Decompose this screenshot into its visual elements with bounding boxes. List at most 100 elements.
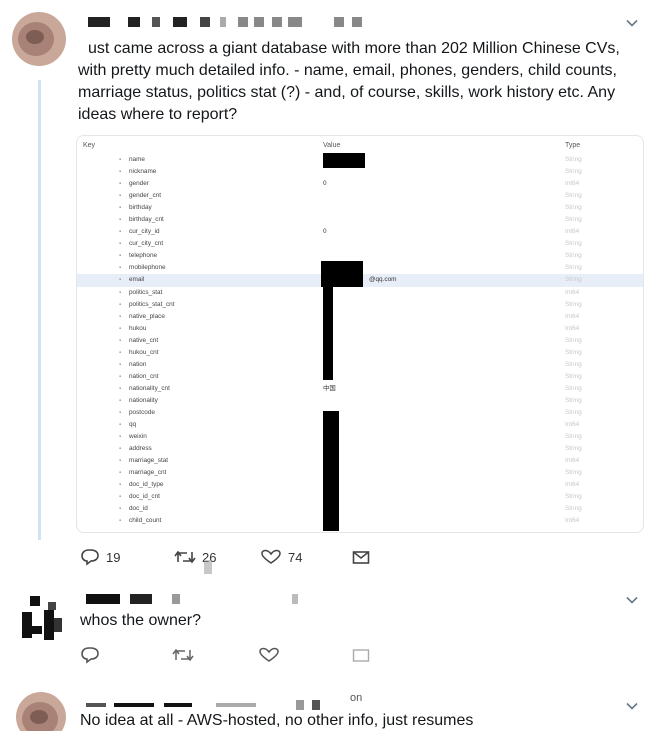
db-type: Int64 [565, 324, 580, 332]
field-type-icon: ▪ [119, 349, 122, 356]
db-key: birthday [129, 204, 152, 212]
db-type: String [565, 264, 582, 272]
db-row[interactable]: ▪ nationality_cnt 中国 String [77, 383, 643, 395]
db-type: String [565, 240, 582, 248]
db-type: String [565, 204, 582, 212]
db-rows: ▪ name String ▪ nickname String ▪ gender 0 Int64 ▪… [77, 154, 643, 527]
field-type-icon: ▪ [119, 337, 122, 344]
db-type: String [565, 252, 582, 260]
field-type-icon: ▪ [119, 301, 122, 308]
tweet-actions [80, 644, 380, 666]
dm-button[interactable] [352, 546, 370, 568]
like-button[interactable]: 74 [260, 546, 302, 568]
redacted-user-name[interactable] [86, 700, 366, 710]
db-type: String [565, 168, 582, 176]
db-row[interactable]: ▪ weixin String [77, 431, 643, 443]
db-row[interactable]: ▪ marriage_cnt String [77, 467, 643, 479]
db-row[interactable]: ▪ nation_cnt String [77, 371, 643, 383]
db-row[interactable]: ▪ address String [77, 443, 643, 455]
db-key: hukou_cnt [129, 348, 159, 356]
db-row[interactable]: ▪ marriage_stat Int64 [77, 455, 643, 467]
chevron-down-icon[interactable] [626, 700, 638, 712]
db-row[interactable]: ▪ gender 0 Int64 [77, 178, 643, 190]
db-key: cur_city_id [129, 228, 160, 236]
db-row[interactable]: ▪ hukou Int64 [77, 323, 643, 335]
avatar-blur-dark [26, 30, 44, 44]
retweet-icon [172, 648, 194, 662]
field-type-icon: ▪ [119, 470, 122, 477]
db-row[interactable]: ▪ qq Int64 [77, 419, 643, 431]
db-row[interactable]: ▪ nationality String [77, 395, 643, 407]
tweet-text-line: marriage status, politics stat (?) - and… [78, 84, 616, 101]
field-type-icon: ▪ [119, 373, 122, 380]
db-row[interactable]: ▪ child_count Int64 [77, 515, 643, 527]
reply-count: 19 [106, 549, 121, 565]
db-type: Int64 [565, 312, 580, 320]
db-row[interactable]: ▪ politics_stat Int64 [77, 287, 643, 299]
chevron-down-icon[interactable] [626, 17, 638, 29]
like-button[interactable] [258, 644, 280, 666]
db-key: nation_cnt [129, 372, 159, 380]
pixelation-artifact [204, 560, 212, 574]
db-type: String [565, 360, 582, 368]
db-row[interactable]: ▪ native_place Int64 [77, 311, 643, 323]
reply-button[interactable]: 19 [80, 546, 120, 568]
db-key: marriage_stat [129, 457, 169, 465]
db-row[interactable]: ▪ postcode String [77, 407, 643, 419]
db-value: 0 [323, 228, 327, 236]
attached-image-database[interactable]: Key Value Type ▪ name String ▪ nickname Strin… [76, 135, 644, 533]
db-key: nationality_cnt [129, 384, 170, 392]
field-type-icon: ▪ [119, 506, 122, 513]
avatar[interactable] [12, 12, 66, 66]
db-type: String [565, 384, 582, 392]
db-type: String [565, 433, 582, 441]
field-type-icon: ▪ [119, 409, 122, 416]
db-row[interactable]: ▪ doc_id_type Int64 [77, 479, 643, 491]
field-type-icon: ▪ [119, 422, 122, 429]
db-key: child_count [129, 517, 162, 525]
db-value: @qq.com [369, 276, 397, 284]
db-row[interactable]: ▪ birthday String [77, 202, 643, 214]
db-row[interactable]: ▪ doc_id_cnt String [77, 491, 643, 503]
field-type-icon: ▪ [119, 241, 122, 248]
field-type-icon: ▪ [119, 205, 122, 212]
envelope-icon [352, 551, 370, 564]
field-type-icon: ▪ [119, 169, 122, 176]
dm-button[interactable] [352, 644, 370, 666]
redacted-user-name[interactable] [86, 594, 306, 604]
db-key: hukou [129, 324, 147, 332]
db-type: String [565, 300, 582, 308]
db-value: 0 [323, 180, 327, 188]
db-row[interactable]: ▪ hukou_cnt String [77, 347, 643, 359]
db-key: native_cnt [129, 336, 159, 344]
db-header-value: Value [323, 142, 341, 149]
db-row[interactable]: ▪ politics_stat_cnt String [77, 299, 643, 311]
db-value: 中国 [323, 384, 336, 392]
avatar[interactable] [16, 692, 66, 731]
redacted-user-name[interactable] [88, 17, 378, 27]
reply-icon [81, 647, 99, 664]
db-row[interactable]: ▪ cur_city_id 0 Int64 [77, 226, 643, 238]
db-row[interactable]: ▪ nation String [77, 359, 643, 371]
db-key: doc_id [129, 505, 148, 513]
db-key: mobilephone [129, 264, 166, 272]
field-type-icon: ▪ [119, 193, 122, 200]
tweet-text-line: with pretty much detailed info. - name, … [78, 62, 617, 79]
db-row[interactable]: ▪ gender_cnt String [77, 190, 643, 202]
thread-line [38, 80, 41, 540]
db-row[interactable]: ▪ doc_id String [77, 503, 643, 515]
chevron-down-icon[interactable] [626, 594, 638, 606]
db-row[interactable]: ▪ native_cnt String [77, 335, 643, 347]
reply-button[interactable] [80, 644, 100, 666]
retweet-button[interactable] [172, 644, 194, 666]
db-key: native_place [129, 312, 165, 320]
avatar[interactable] [18, 596, 68, 644]
db-type: String [565, 469, 582, 477]
field-type-icon: ▪ [119, 385, 122, 392]
db-row[interactable]: ▪ cur_city_cnt String [77, 238, 643, 250]
db-type: String [565, 216, 582, 224]
db-row[interactable]: ▪ birthday_cnt String [77, 214, 643, 226]
db-type: Int64 [565, 481, 580, 489]
db-key: qq [129, 421, 137, 429]
redaction-box [323, 411, 339, 531]
